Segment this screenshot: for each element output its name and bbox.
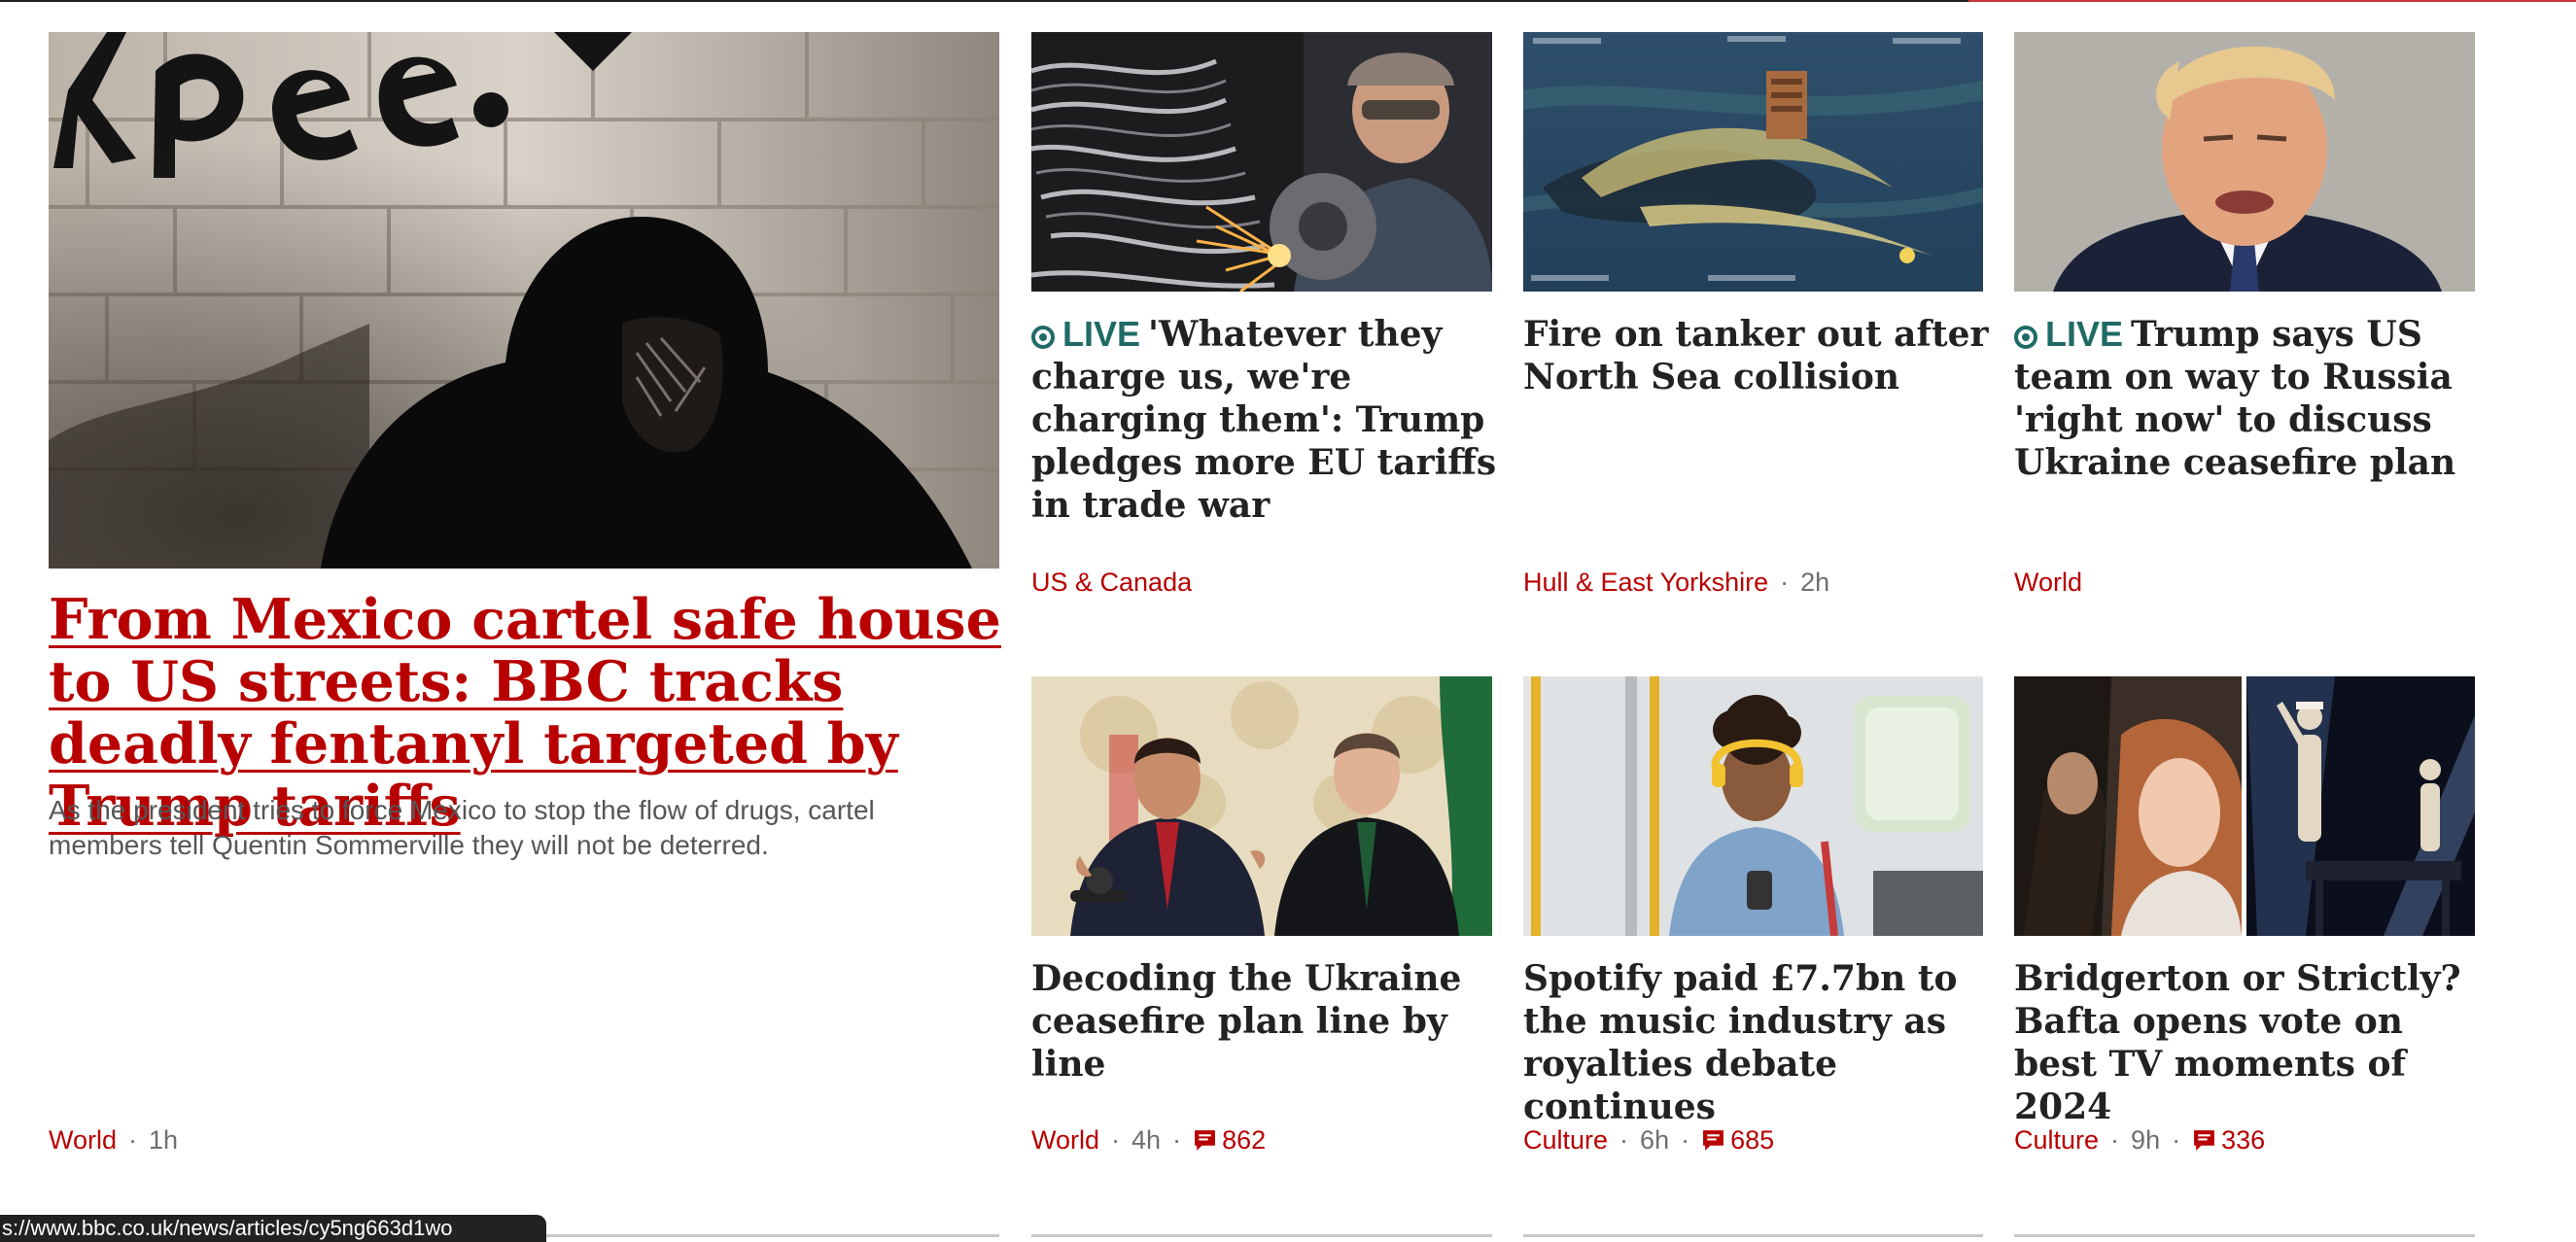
section-divider [1031,1234,1492,1237]
story-4-comments[interactable]: 862 [1193,1125,1266,1155]
story-1-tag[interactable]: US & Canada [1031,568,1192,597]
story-2-image[interactable] [1523,32,1983,292]
story-6-comment-count: 336 [2221,1125,2266,1155]
lead-story-image[interactable] [49,32,999,569]
story-6-image[interactable] [2014,676,2475,936]
lead-story-tag[interactable]: World [49,1125,117,1155]
story-5-comment-count: 685 [1730,1125,1775,1155]
live-icon [1031,326,1055,349]
meta-separator: · [1619,1125,1629,1155]
story-6-headline[interactable]: Bridgerton or Strictly? Bafta opens vote… [2014,957,2481,1128]
comment-icon [1703,1130,1724,1151]
story-1-meta: US & Canada [1031,568,1192,598]
meta-separator: · [2172,1125,2181,1155]
live-icon [2014,326,2037,349]
comment-icon [1195,1130,1215,1151]
story-1-image[interactable] [1031,32,1492,292]
story-4-comment-count: 862 [1222,1125,1267,1155]
story-6-comments[interactable]: 336 [2192,1125,2265,1155]
comment-icon [2194,1130,2215,1151]
story-2-tag[interactable]: Hull & East Yorkshire [1523,568,1768,597]
story-4-tag[interactable]: World [1031,1125,1099,1155]
section-divider [2014,1234,2475,1237]
story-4-headline[interactable]: Decoding the Ukraine ceasefire plan line… [1031,957,1498,1086]
story-2-time: 2h [1800,568,1830,597]
story-5-tag[interactable]: Culture [1523,1125,1608,1155]
live-badge: LIVE [2014,314,2131,355]
section-divider [1523,1234,1983,1237]
meta-separator: · [128,1125,138,1155]
story-3-tag[interactable]: World [2014,568,2082,597]
story-3-image[interactable] [2014,32,2475,292]
story-3-meta: World [2014,568,2082,598]
story-5-comments[interactable]: 685 [1701,1125,1774,1155]
meta-separator: · [1172,1125,1182,1155]
story-2-meta: Hull & East Yorkshire · 2h [1523,568,1829,598]
story-6-time: 9h [2131,1125,2161,1155]
meta-separator: · [2110,1125,2120,1155]
story-2-headline[interactable]: Fire on tanker out after North Sea colli… [1523,313,1990,398]
story-6-tag[interactable]: Culture [2014,1125,2099,1155]
meta-separator: · [1780,568,1790,597]
story-3-headline[interactable]: LIVE Trump says US team on way to Russia … [2014,313,2481,484]
story-5-meta: Culture · 6h · 685 [1523,1125,1774,1156]
story-4-time: 4h [1131,1125,1162,1155]
live-badge: LIVE [1031,314,1148,355]
meta-separator: · [1681,1125,1690,1155]
story-4-image[interactable] [1031,676,1492,936]
lead-story-meta: World · 1h [49,1125,178,1156]
story-5-headline[interactable]: Spotify paid £7.7bn to the music industr… [1523,957,1990,1128]
story-4-meta: World · 4h · 862 [1031,1125,1266,1156]
story-6-meta: Culture · 9h · 336 [2014,1125,2265,1156]
story-5-image[interactable] [1523,676,1983,936]
story-5-time: 6h [1640,1125,1670,1155]
lead-story-time: 1h [149,1125,179,1155]
top-border-accent [1968,0,2576,2]
lead-story-summary: As the president tries to force Mexico t… [49,795,875,860]
meta-separator: · [1111,1125,1121,1155]
story-1-headline[interactable]: LIVE 'Whatever they charge us, we're char… [1031,313,1498,527]
